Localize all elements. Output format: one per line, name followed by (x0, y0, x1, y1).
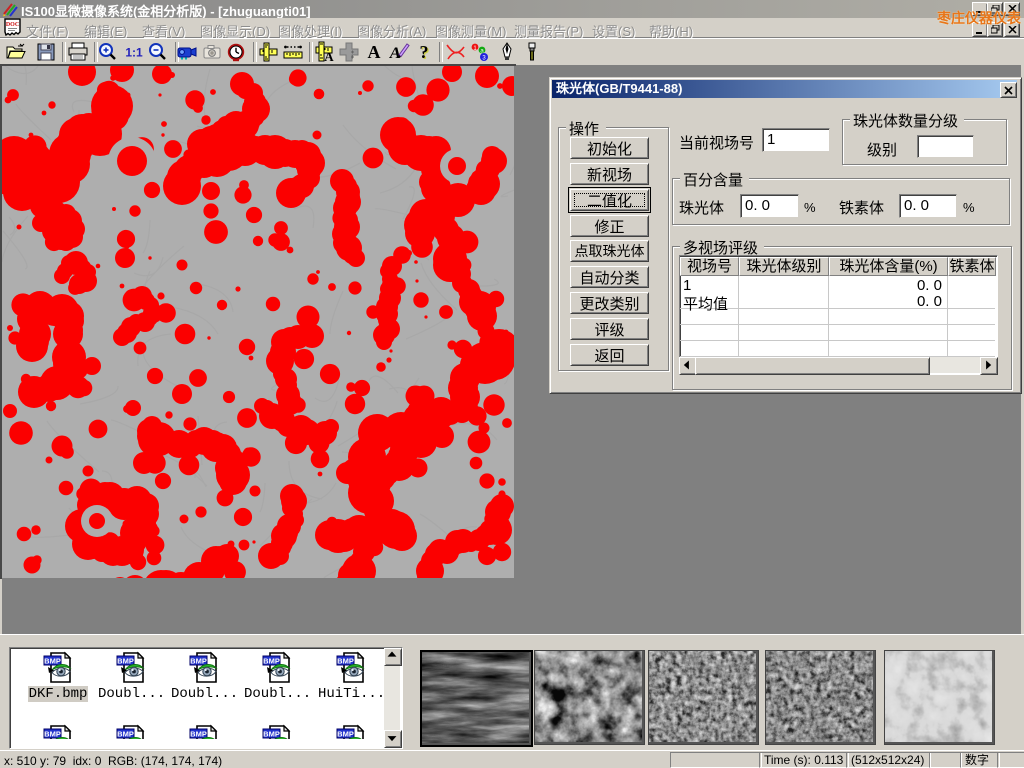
svg-text:BMP: BMP (44, 657, 61, 666)
svg-text:BMP: BMP (117, 657, 134, 666)
svg-text:BMP: BMP (190, 657, 207, 666)
svg-text:BMP: BMP (263, 730, 280, 739)
svg-text:DOC: DOC (6, 22, 19, 28)
svg-text:BMP: BMP (44, 730, 61, 739)
svg-text:1:1: 1:1 (125, 46, 143, 60)
svg-text:BMP: BMP (117, 730, 134, 739)
svg-text:BMP: BMP (190, 730, 207, 739)
svg-text:A: A (368, 42, 381, 62)
svg-text:?: ? (420, 42, 429, 62)
svg-text:BMP: BMP (263, 657, 280, 666)
svg-text:A: A (324, 49, 334, 63)
svg-text:BMP: BMP (337, 657, 354, 666)
svg-text:BMP: BMP (337, 730, 354, 739)
